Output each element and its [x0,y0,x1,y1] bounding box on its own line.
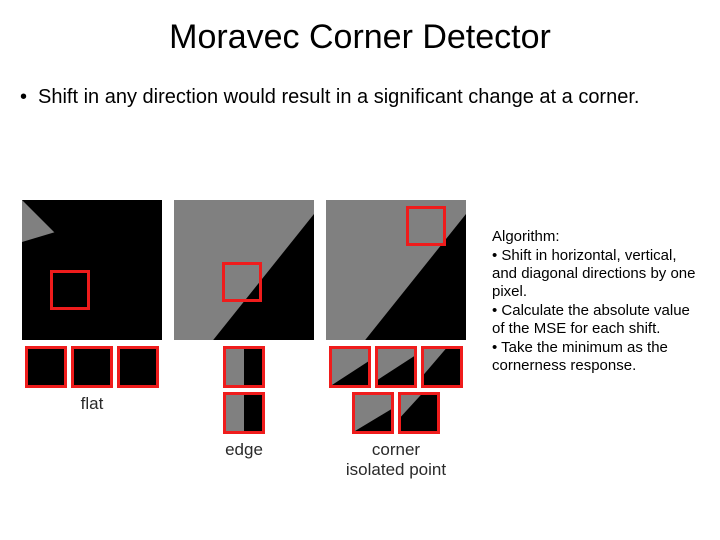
algorithm-step-3-text: Take the minimum as the cornerness respo… [492,339,668,374]
edge-canvas [174,200,314,340]
corner-shift-4 [352,392,394,434]
panel-edge: edge [174,200,314,480]
algorithm-step-1: • Shift in horizontal, vertical, and dia… [492,247,702,301]
flat-window [50,270,90,310]
corner-canvas [326,200,466,340]
corner-label-line2: isolated point [346,460,446,479]
edge-label: edge [225,440,263,460]
content-row: flat edge [22,200,710,480]
corner-shift-5 [398,392,440,434]
algorithm-step-1-text: Shift in horizontal, vertical, and diago… [492,247,695,300]
corner-shift-3 [421,346,463,388]
panel-flat: flat [22,200,162,480]
flat-label: flat [81,394,104,414]
corner-window [406,206,446,246]
corner-label-line1: corner [372,440,420,459]
edge-window [222,262,262,302]
example-panels: flat edge [22,200,466,480]
algorithm-box: Algorithm: • Shift in horizontal, vertic… [492,228,702,375]
flat-canvas [22,200,162,340]
corner-shift-1 [329,346,371,388]
flat-shift-3 [117,346,159,388]
edge-shift-1 [223,346,265,388]
edge-shifts [174,346,314,434]
panel-corner: corner isolated point [326,200,466,480]
flat-shift-1 [25,346,67,388]
flat-shift-2 [71,346,113,388]
corner-shifts [326,346,466,434]
edge-shift-2 [223,392,265,434]
main-bullet: Shift in any direction would result in a… [0,85,720,110]
algorithm-step-3: • Take the minimum as the cornerness res… [492,339,702,375]
algorithm-step-2-text: Calculate the absolute value of the MSE … [492,302,690,337]
algorithm-heading: Algorithm: [492,228,702,246]
flat-shifts [22,346,162,388]
algorithm-step-2: • Calculate the absolute value of the MS… [492,302,702,338]
corner-shift-2 [375,346,417,388]
slide-title: Moravec Corner Detector [0,0,720,85]
corner-label: corner isolated point [346,440,446,480]
